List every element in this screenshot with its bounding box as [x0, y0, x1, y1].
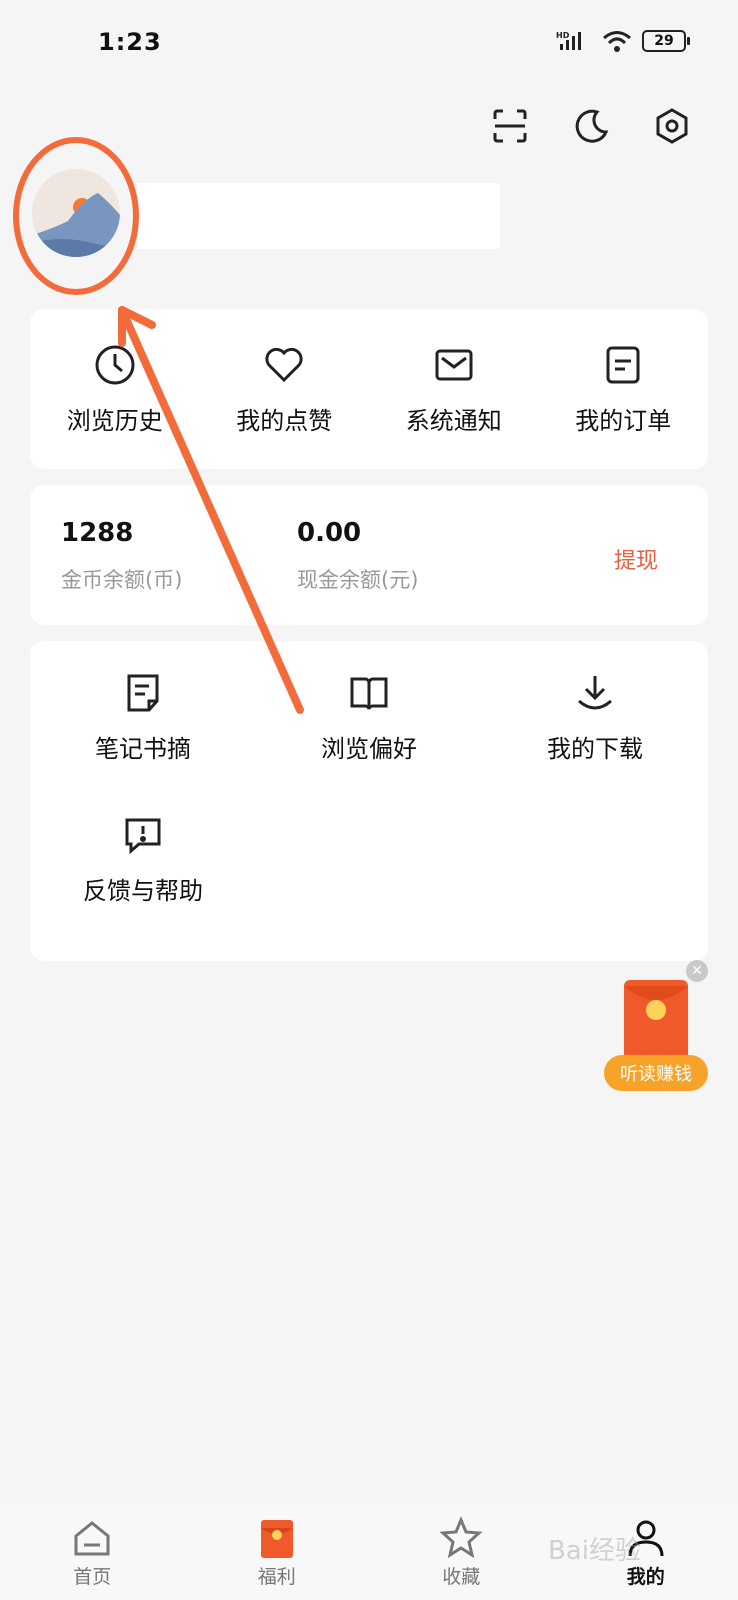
order-icon: [606, 346, 640, 383]
moon-icon: [575, 109, 609, 143]
scan-button[interactable]: [488, 104, 532, 148]
status-time: 1:23: [98, 28, 162, 56]
battery-indicator: 29: [642, 30, 690, 52]
annotation-circle: [13, 137, 139, 295]
username-field[interactable]: [138, 183, 500, 249]
feedback-label: 反馈与帮助: [83, 877, 203, 905]
listen-earn-button[interactable]: 听读赚钱: [604, 1055, 708, 1091]
close-icon: ✕: [691, 963, 703, 979]
signal-icon: HD: [556, 31, 581, 50]
withdraw-button[interactable]: 提现: [614, 543, 658, 575]
feedback-button[interactable]: 反馈与帮助: [30, 813, 256, 906]
night-mode-button[interactable]: [569, 104, 613, 148]
downloads-label: 我的下载: [547, 735, 643, 763]
scan-icon: [493, 109, 527, 143]
annotation-arrow: [118, 306, 304, 714]
float-close-button[interactable]: ✕: [686, 960, 708, 982]
book-icon: [350, 677, 388, 710]
gift-icon: [260, 1520, 293, 1558]
feedback-icon: [125, 818, 161, 855]
watermark: Bai经验: [548, 1536, 641, 1566]
star-icon: [439, 1516, 483, 1559]
red-packet-icon: [624, 986, 688, 1020]
orders-label: 我的订单: [575, 406, 672, 435]
notifications-button[interactable]: 系统通知: [369, 309, 539, 469]
nav-home-label: 首页: [73, 1566, 112, 1588]
home-icon: [74, 1521, 110, 1556]
orders-button[interactable]: 我的订单: [539, 309, 709, 469]
red-packet-widget[interactable]: [624, 980, 688, 1060]
nav-favorites[interactable]: 收藏: [369, 1505, 554, 1600]
nav-home[interactable]: 首页: [0, 1505, 185, 1600]
preferences-label: 浏览偏好: [321, 735, 417, 763]
status-icons: HD 29: [556, 30, 690, 52]
nav-welfare-label: 福利: [257, 1566, 296, 1588]
downloads-button[interactable]: 我的下载: [482, 671, 708, 764]
gear-icon: [656, 108, 688, 144]
wifi-icon: [603, 31, 631, 52]
mail-icon: [435, 349, 473, 380]
settings-button[interactable]: [650, 104, 694, 148]
nav-favorites-label: 收藏: [442, 1566, 481, 1588]
download-icon: [578, 676, 612, 710]
network-label: HD: [556, 31, 570, 40]
nav-welfare[interactable]: 福利: [185, 1505, 370, 1600]
notifications-label: 系统通知: [405, 406, 502, 435]
